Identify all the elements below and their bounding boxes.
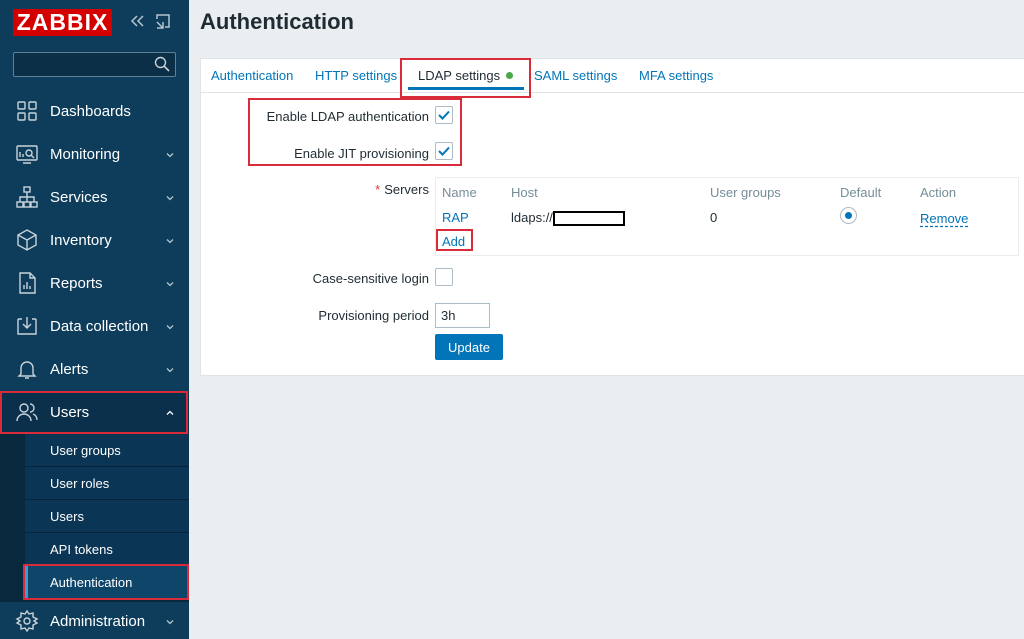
provisioning-period-input[interactable]: 3h xyxy=(435,303,490,328)
sidebar-item-alerts[interactable]: Alerts xyxy=(0,348,189,391)
sidebar-item-dashboards[interactable]: Dashboards xyxy=(0,90,189,133)
sidebar-item-label: Alerts xyxy=(50,361,89,378)
inventory-icon xyxy=(15,228,39,252)
enable-ldap-label: Enable LDAP authentication xyxy=(266,109,429,124)
chevron-down-icon xyxy=(166,152,174,157)
status-dot-icon xyxy=(506,72,514,80)
sidebar-item-label: Inventory xyxy=(50,232,112,249)
search-icon[interactable] xyxy=(154,56,170,72)
double-chevron-left-icon[interactable] xyxy=(128,12,146,32)
checkmark-icon xyxy=(438,146,450,156)
sidebar-item-label: Administration xyxy=(50,613,146,630)
submenu-item-user-roles[interactable]: User roles xyxy=(25,467,189,500)
chevron-up-icon xyxy=(166,410,174,415)
servers-label: * Servers xyxy=(375,182,429,197)
services-icon xyxy=(15,185,39,209)
chevron-down-icon xyxy=(166,195,174,200)
add-server-link[interactable]: Add xyxy=(442,234,465,249)
submenu-item-api-tokens[interactable]: API tokens xyxy=(25,533,189,566)
servers-table: Name Host User groups Default Action RAP… xyxy=(435,177,1019,256)
redacted-host-box xyxy=(552,211,625,227)
column-header-user-groups: User groups xyxy=(710,185,781,200)
sidebar-item-services[interactable]: Services xyxy=(0,176,189,219)
sidebar-item-data-collection[interactable]: Data collection xyxy=(0,305,189,348)
required-mark: * xyxy=(375,182,381,197)
provisioning-period-label: Provisioning period xyxy=(318,308,429,323)
server-user-groups: 0 xyxy=(710,210,718,225)
sidebar-item-inventory[interactable]: Inventory xyxy=(0,219,189,262)
alerts-icon xyxy=(15,357,39,381)
sidebar-item-monitoring[interactable]: Monitoring xyxy=(0,133,189,176)
sidebar-item-reports[interactable]: Reports xyxy=(0,262,189,305)
administration-icon xyxy=(15,609,39,633)
tab-ldap-settings[interactable]: LDAP settings xyxy=(418,68,514,83)
enable-ldap-checkbox[interactable] xyxy=(435,106,453,124)
server-host: ldaps:// xyxy=(511,210,625,227)
server-host-text: ldaps:// xyxy=(511,210,553,225)
sidebar: ZABBIX Dashboards Monitoring Services In… xyxy=(0,0,189,639)
column-header-name: Name xyxy=(442,185,477,200)
monitoring-icon xyxy=(15,142,39,166)
remove-server-link[interactable]: Remove xyxy=(920,211,968,226)
data-collection-icon xyxy=(15,314,39,338)
update-button[interactable]: Update xyxy=(435,334,503,360)
default-server-radio[interactable] xyxy=(840,207,857,224)
chevron-down-icon xyxy=(166,619,174,624)
users-submenu: User groups User roles Users API tokens … xyxy=(0,434,189,602)
tab-mfa-settings[interactable]: MFA settings xyxy=(639,68,713,83)
sidebar-item-administration[interactable]: Administration xyxy=(0,600,189,639)
app-root: ZABBIX Dashboards Monitoring Services In… xyxy=(0,0,1024,639)
server-name-link[interactable]: RAP xyxy=(442,210,469,225)
active-tab-indicator xyxy=(408,87,524,90)
tab-saml-settings[interactable]: SAML settings xyxy=(534,68,617,83)
case-sensitive-label: Case-sensitive login xyxy=(312,271,429,286)
submenu-item-user-groups[interactable]: User groups xyxy=(25,434,189,467)
sidebar-item-label: Monitoring xyxy=(50,146,121,163)
enable-jit-checkbox[interactable] xyxy=(435,142,453,160)
sidebar-search-input[interactable] xyxy=(13,52,176,77)
submenu-item-authentication[interactable]: Authentication xyxy=(25,566,189,599)
zabbix-logo[interactable]: ZABBIX xyxy=(13,9,112,36)
reports-icon xyxy=(15,271,39,295)
checkmark-icon xyxy=(438,110,450,120)
column-header-host: Host xyxy=(511,185,538,200)
sidebar-item-label: Dashboards xyxy=(50,103,131,120)
page-title: Authentication xyxy=(200,9,354,34)
chevron-down-icon xyxy=(166,324,174,329)
dashboards-icon xyxy=(15,99,39,123)
servers-label-text: Servers xyxy=(384,182,429,197)
column-header-default: Default xyxy=(840,185,882,200)
tab-label: LDAP settings xyxy=(418,68,501,83)
users-icon xyxy=(15,400,39,424)
sidebar-item-label: Data collection xyxy=(50,318,149,335)
tab-authentication[interactable]: Authentication xyxy=(211,68,293,83)
chevron-down-icon xyxy=(166,281,174,286)
tab-bar: Authentication HTTP settings LDAP settin… xyxy=(201,59,1024,93)
submenu-item-users[interactable]: Users xyxy=(25,500,189,533)
column-header-action: Action xyxy=(920,185,957,200)
enable-jit-label: Enable JIT provisioning xyxy=(294,146,429,161)
sidebar-item-label: Services xyxy=(50,189,108,206)
sidebar-item-label: Reports xyxy=(50,275,103,292)
chevron-down-icon xyxy=(166,367,174,372)
kiosk-mode-icon[interactable] xyxy=(154,12,172,32)
sidebar-item-users[interactable]: Users xyxy=(0,391,189,434)
settings-panel: Authentication HTTP settings LDAP settin… xyxy=(200,58,1024,376)
tab-http-settings[interactable]: HTTP settings xyxy=(315,68,397,83)
case-sensitive-checkbox[interactable] xyxy=(435,268,453,286)
sidebar-item-label: Users xyxy=(50,404,90,421)
chevron-down-icon xyxy=(166,238,174,243)
